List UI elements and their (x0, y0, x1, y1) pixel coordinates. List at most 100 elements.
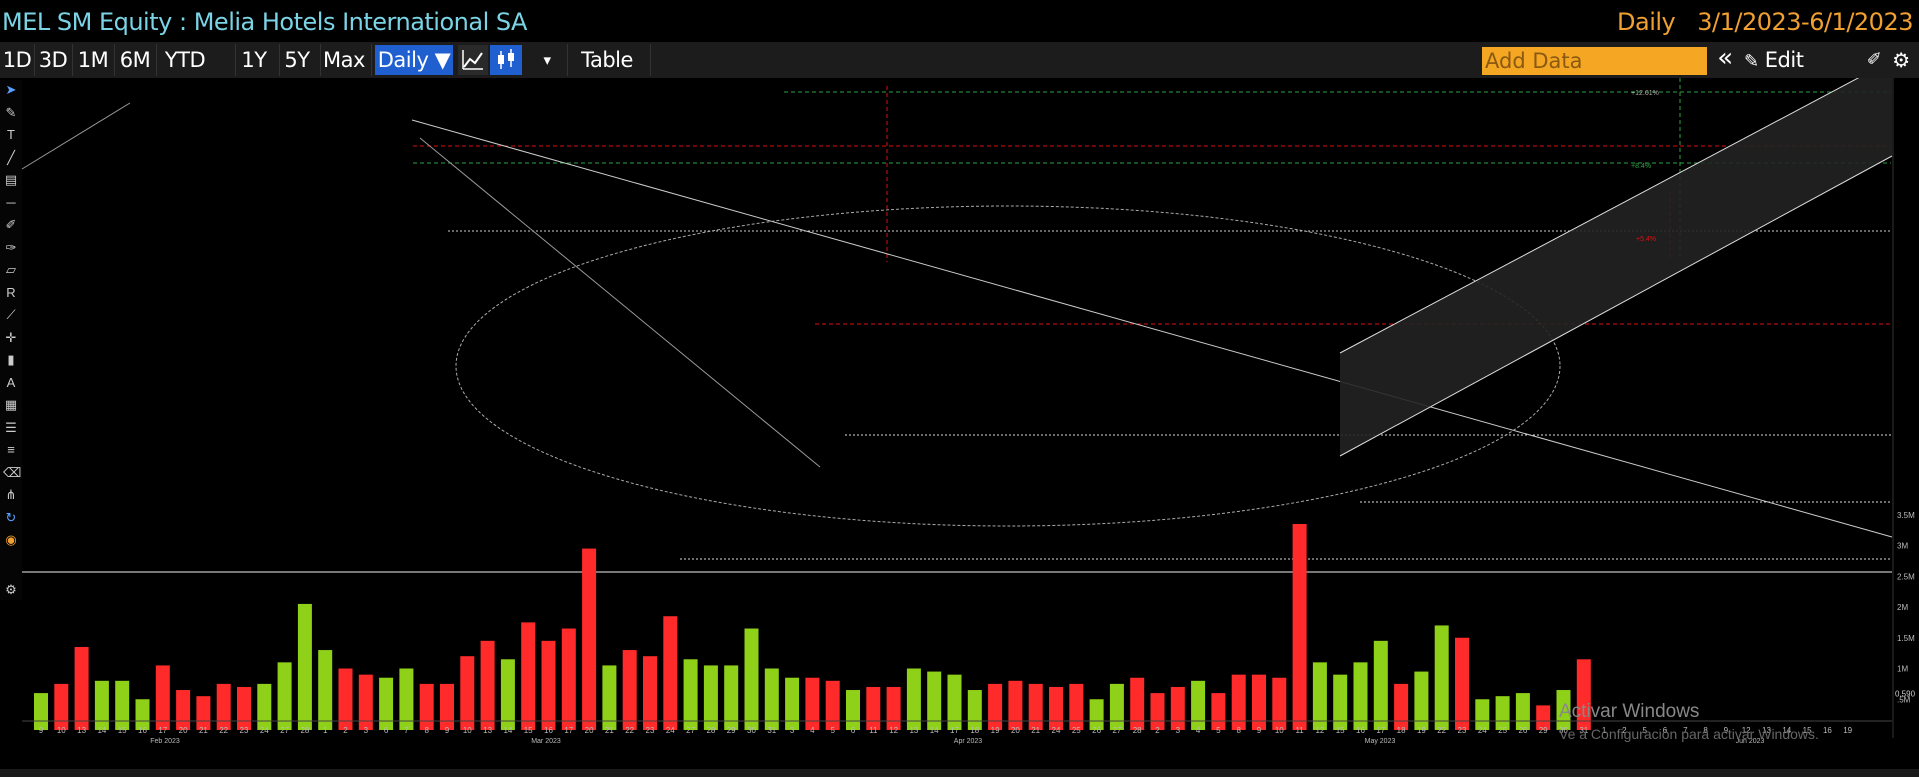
volume-bar[interactable] (1394, 683, 1409, 730)
volume-bar[interactable] (460, 656, 475, 730)
line-chart-icon (462, 50, 483, 70)
volume-bar[interactable] (643, 656, 657, 730)
volume-bar[interactable] (1312, 662, 1327, 730)
volume-bar[interactable] (1150, 693, 1165, 730)
volume-bar[interactable] (74, 646, 89, 730)
volume-bar[interactable] (785, 677, 800, 730)
volume-bar[interactable] (622, 650, 637, 730)
volume-bar[interactable] (988, 683, 1003, 730)
volume-bar[interactable] (1008, 680, 1023, 730)
volume-axis-label: 2M (1897, 603, 1908, 612)
volume-bar[interactable] (1455, 637, 1469, 730)
chart-type-dropdown[interactable]: ▾ (530, 45, 564, 75)
volume-bar[interactable] (582, 548, 597, 730)
volume-bar[interactable] (1231, 674, 1246, 730)
candlestick-button[interactable] (490, 45, 522, 75)
annotate-icon[interactable]: ✐ (1862, 45, 1886, 75)
volume-bar[interactable] (1515, 693, 1530, 730)
date-tick-label: 17 (950, 726, 959, 735)
last-volume-tag: 0.590 (1895, 690, 1916, 699)
period-5y-button[interactable]: 5Y (282, 45, 312, 75)
volume-bar[interactable] (967, 690, 982, 730)
price-pane[interactable] (22, 78, 1892, 573)
add-data-input[interactable] (1482, 47, 1707, 75)
line-chart-button[interactable] (458, 45, 488, 75)
volume-bar[interactable] (257, 683, 272, 730)
volume-bar[interactable] (318, 650, 333, 730)
date-tick-label: 20 (1011, 726, 1020, 735)
volume-bar[interactable] (1252, 674, 1266, 730)
volume-bar[interactable] (216, 683, 231, 730)
volume-bar[interactable] (196, 696, 211, 730)
volume-bar[interactable] (419, 683, 434, 730)
volume-bar[interactable] (886, 686, 901, 730)
volume-bar[interactable] (846, 690, 860, 730)
volume-bar[interactable] (94, 680, 109, 730)
volume-bar[interactable] (1211, 693, 1226, 730)
volume-bar[interactable] (1069, 683, 1084, 730)
volume-bar[interactable] (176, 690, 191, 730)
volume-bar[interactable] (1109, 683, 1124, 730)
period-ytd-button[interactable]: YTD (159, 45, 211, 75)
settings-gear-icon[interactable]: ⚙ (1888, 45, 1914, 75)
chart-range: Daily 3/1/2023-6/1/2023 (1617, 8, 1913, 36)
volume-bar[interactable] (521, 622, 536, 730)
volume-bar[interactable] (155, 665, 170, 730)
chart-area[interactable]: 6.806.606.406.206.005.805.605.406.0453.5… (0, 78, 1919, 769)
volume-bar[interactable] (1130, 677, 1145, 730)
date-tick-label: 8 (1236, 726, 1241, 735)
volume-bar[interactable] (237, 686, 251, 730)
volume-bar[interactable] (34, 693, 48, 730)
volume-bar[interactable] (744, 628, 759, 730)
collapse-button[interactable]: « (1712, 45, 1738, 75)
company-name: Melia Hotels International SA (193, 8, 528, 36)
volume-bar[interactable] (54, 683, 69, 730)
security-title: MEL SM Equity : Melia Hotels Internation… (2, 8, 527, 36)
volume-bar[interactable] (1292, 523, 1307, 730)
volume-bar[interactable] (1049, 686, 1063, 730)
table-button[interactable]: Table (570, 45, 644, 75)
volume-bar[interactable] (561, 628, 576, 730)
volume-bar[interactable] (1434, 625, 1449, 730)
windows-activation-subtitle: Ve a Configuración para activar Windows. (1559, 726, 1819, 742)
volume-bar[interactable] (1495, 696, 1510, 730)
volume-bar[interactable] (866, 686, 881, 730)
volume-bar[interactable] (947, 674, 962, 730)
candlestick-icon (498, 49, 514, 69)
toolbar: 1D 3D 1M 6M YTD 1Y 5Y Max Daily ▼ ▾ Tabl… (0, 42, 1919, 104)
volume-bar[interactable] (663, 616, 678, 730)
volume-bar[interactable] (1272, 677, 1287, 730)
volume-bar[interactable] (805, 677, 820, 730)
volume-bar[interactable] (1373, 640, 1388, 730)
period-3d-button[interactable]: 3D (37, 45, 69, 75)
period-6m-button[interactable]: 6M (117, 45, 153, 75)
volume-bar[interactable] (297, 603, 312, 730)
volume-bar[interactable] (602, 665, 617, 730)
volume-bar[interactable] (683, 659, 698, 730)
volume-bar[interactable] (703, 665, 718, 730)
volume-bar[interactable] (1170, 686, 1185, 730)
period-max-button[interactable]: Max (323, 45, 365, 75)
frequency-dropdown[interactable]: Daily ▼ (375, 45, 453, 75)
volume-bar[interactable] (358, 674, 373, 730)
volume-bar[interactable] (440, 683, 454, 730)
date-tick-label: 10 (1275, 726, 1284, 735)
volume-bar[interactable] (541, 640, 556, 730)
period-1d-button[interactable]: 1D (2, 45, 32, 75)
volume-bar[interactable] (379, 677, 394, 730)
volume-bar[interactable] (480, 640, 495, 730)
volume-bar[interactable] (1333, 674, 1348, 730)
edit-chart-button[interactable]: ✎ Edit Chart (1744, 45, 1864, 104)
volume-bar[interactable] (277, 662, 292, 730)
volume-bar[interactable] (1028, 683, 1043, 730)
volume-bar[interactable] (1191, 680, 1206, 730)
period-1y-button[interactable]: 1Y (238, 45, 270, 75)
volume-bar[interactable] (1353, 662, 1368, 730)
volume-bar[interactable] (825, 680, 840, 730)
volume-bar[interactable] (724, 665, 739, 730)
period-1m-button[interactable]: 1M (75, 45, 111, 75)
date-tick-label: 6 (851, 726, 856, 735)
volume-bar[interactable] (500, 659, 515, 730)
volume-bar[interactable] (115, 680, 130, 730)
date-tick-label: 11 (1295, 726, 1304, 735)
